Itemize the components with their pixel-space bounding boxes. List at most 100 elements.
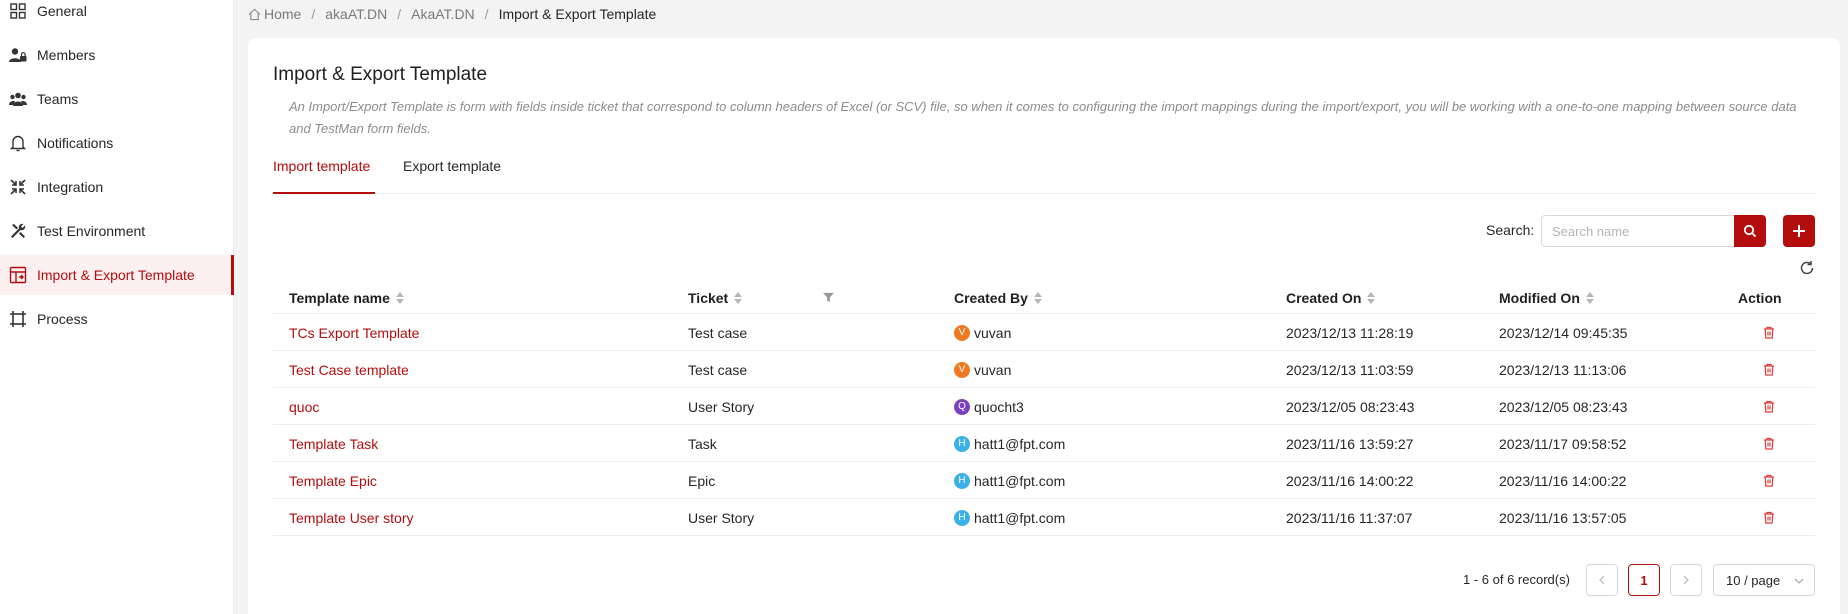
sort-icon[interactable] (1585, 292, 1594, 304)
delete-button[interactable] (1763, 326, 1775, 339)
breadcrumb-item-subproject[interactable]: AkaAT.DN (411, 6, 475, 22)
avatar: V (954, 324, 970, 341)
sidebar-item-label: Test Environment (37, 223, 146, 239)
created-on: 2023/11/16 11:37:07 (1286, 509, 1413, 526)
breadcrumb-separator: / (484, 6, 489, 22)
column-header-created-on[interactable]: Created On (1286, 282, 1376, 314)
breadcrumb-current: Import & Export Template (498, 6, 657, 22)
column-header-modified-on[interactable]: Modified On (1499, 282, 1594, 314)
integration-icon (8, 177, 28, 197)
sidebar: General Members Teams Notifications Inte… (0, 0, 234, 614)
ticket-type: Test case (688, 324, 748, 341)
ticket-type: Test case (688, 361, 748, 378)
team-icon (8, 89, 28, 109)
created-by-user: hatt1@fpt.com (974, 435, 1066, 452)
page-description: An Import/Export Template is form with f… (289, 99, 1797, 136)
template-name-link[interactable]: Template User story (289, 510, 413, 526)
pagination-total: 1 - 6 of 6 record(s) (1463, 572, 1570, 587)
tools-icon (8, 221, 28, 241)
modified-on: 2023/11/17 09:58:52 (1499, 435, 1627, 452)
column-header-label: Template name (289, 290, 390, 306)
breadcrumb-item-project[interactable]: akaAT.DN (325, 6, 387, 22)
add-template-button[interactable] (1783, 215, 1815, 247)
sidebar-item-members[interactable]: Members (0, 35, 234, 75)
avatar: H (954, 435, 970, 452)
modified-on: 2023/12/14 09:45:35 (1499, 324, 1628, 341)
table-row: Template Task Task Hhatt1@fpt.com 2023/11/1… (273, 425, 1815, 462)
created-on: 2023/12/13 11:28:19 (1286, 324, 1414, 341)
page-size-select[interactable]: 10 / page (1713, 564, 1815, 596)
pagination-next-button[interactable] (1670, 564, 1702, 596)
sidebar-item-label: Import & Export Template (37, 267, 195, 283)
column-header-label: Action (1738, 290, 1782, 306)
delete-button[interactable] (1763, 437, 1775, 450)
sort-icon[interactable] (1033, 292, 1042, 304)
delete-button[interactable] (1763, 511, 1775, 524)
created-on: 2023/11/16 14:00:22 (1286, 472, 1414, 489)
table-row: TCs Export Template Test case Vvuvan 2023/1… (273, 314, 1815, 351)
search-label: Search: (1486, 222, 1535, 238)
grid-icon (8, 1, 28, 21)
refresh-icon[interactable] (1799, 260, 1815, 276)
created-on: 2023/11/16 13:59:27 (1286, 435, 1414, 452)
sidebar-item-import-export-template[interactable]: Import & Export Template (0, 255, 234, 295)
created-by-user: hatt1@fpt.com (974, 472, 1066, 489)
avatar: H (954, 472, 970, 489)
sidebar-item-process[interactable]: Process (0, 299, 234, 339)
sidebar-item-teams[interactable]: Teams (0, 79, 234, 119)
sort-icon[interactable] (734, 292, 743, 304)
column-header-template-name[interactable]: Template name (289, 282, 404, 314)
pagination-page-1[interactable]: 1 (1628, 564, 1660, 596)
created-by-user: vuvan (974, 324, 1012, 341)
search-icon (1743, 224, 1757, 238)
column-header-ticket[interactable]: Ticket (688, 282, 743, 314)
created-on: 2023/12/05 08:23:43 (1286, 398, 1415, 415)
trash-icon (1763, 326, 1775, 339)
breadcrumb-home[interactable]: Home (248, 6, 301, 22)
plus-icon (1792, 224, 1806, 238)
sidebar-item-test-environment[interactable]: Test Environment (0, 211, 234, 251)
member-lock-icon (8, 45, 28, 65)
modified-on: 2023/12/13 11:13:06 (1499, 361, 1627, 378)
tab-export-template[interactable]: Export template (403, 158, 501, 194)
trash-icon (1763, 363, 1775, 376)
sidebar-item-notifications[interactable]: Notifications (0, 123, 234, 163)
search-input[interactable] (1541, 215, 1734, 247)
delete-button[interactable] (1763, 363, 1775, 376)
column-header-action: Action (1738, 282, 1782, 314)
breadcrumb-separator: / (311, 6, 316, 22)
created-by-user: vuvan (974, 361, 1012, 378)
column-header-label: Modified On (1499, 290, 1580, 306)
table-row: Template Epic Epic Hhatt1@fpt.com 2023/11/1… (273, 462, 1815, 499)
template-name-link[interactable]: Template Task (289, 436, 378, 452)
ticket-type: Task (688, 435, 717, 452)
template-name-link[interactable]: quoc (289, 399, 319, 415)
ticket-type: User Story (688, 398, 755, 415)
sidebar-item-label: Notifications (37, 135, 114, 151)
breadcrumb-separator: / (397, 6, 402, 22)
tab-import-template[interactable]: Import template (273, 158, 375, 194)
content-card: Import & Export Template An Import/Expor… (248, 38, 1840, 614)
created-on: 2023/12/13 11:03:59 (1286, 361, 1414, 378)
chevron-right-icon (1682, 575, 1690, 585)
delete-button[interactable] (1763, 474, 1775, 487)
sort-icon[interactable] (395, 292, 404, 304)
avatar: Q (954, 398, 970, 415)
chevron-left-icon (1598, 575, 1606, 585)
page-title: Import & Export Template (273, 64, 488, 85)
table-row: Template User story User Story Hhatt1@fpt.… (273, 499, 1815, 536)
sidebar-item-integration[interactable]: Integration (0, 167, 234, 207)
breadcrumb-home-label: Home (264, 6, 302, 22)
template-name-link[interactable]: TCs Export Template (289, 325, 419, 341)
search-button[interactable] (1734, 215, 1766, 247)
sidebar-item-general[interactable]: General (0, 0, 234, 31)
filter-icon[interactable] (823, 290, 834, 306)
delete-button[interactable] (1763, 400, 1775, 413)
sort-icon[interactable] (1367, 292, 1376, 304)
template-name-link[interactable]: Template Epic (289, 473, 377, 489)
column-header-created-by[interactable]: Created By (954, 282, 1042, 314)
pagination-prev-button[interactable] (1586, 564, 1618, 596)
template-name-link[interactable]: Test Case template (289, 362, 409, 378)
trash-icon (1763, 437, 1775, 450)
sidebar-item-label: Teams (37, 91, 79, 107)
